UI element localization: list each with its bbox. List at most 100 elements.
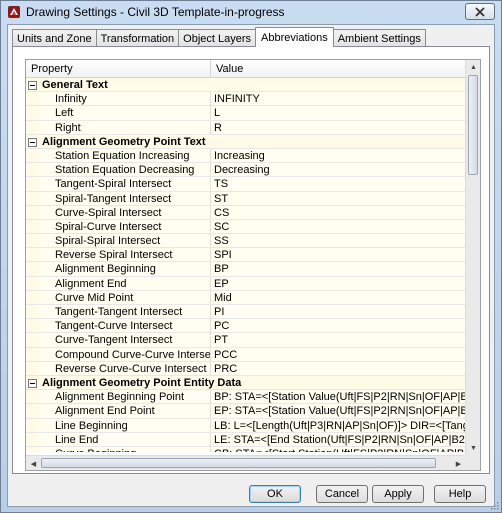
property-row[interactable]: Curve BeginningCB: STA=<[Start Station(U… bbox=[26, 446, 466, 452]
property-row[interactable]: Station Equation Decreasing Decreasing bbox=[26, 163, 466, 178]
category-row[interactable]: Alignment Geometry Point Entity Data bbox=[26, 375, 466, 391]
property-value[interactable]: EP bbox=[212, 276, 466, 290]
property-row[interactable]: Spiral-Tangent Intersect ST bbox=[26, 191, 466, 206]
help-button[interactable]: Help bbox=[434, 485, 486, 503]
property-row[interactable]: Left L bbox=[26, 106, 466, 121]
property-name: Tangent-Tangent Intersect bbox=[26, 305, 211, 319]
property-row[interactable]: Alignment Beginning BP bbox=[26, 262, 466, 277]
property-row[interactable]: Line End LE: STA=<[End Station(Uft|FS|P2|… bbox=[26, 432, 466, 447]
property-name: Reverse Curve-Curve Intersect bbox=[26, 361, 211, 375]
property-name: Infinity bbox=[26, 92, 211, 106]
horizontal-scrollbar[interactable]: ◀ ▶ bbox=[26, 455, 466, 470]
property-name: Alignment End bbox=[26, 276, 211, 290]
property-value[interactable]: SS bbox=[212, 234, 466, 248]
property-value[interactable]: LB: L=<[Length(Uft|P3|RN|AP|Sn|OF)]> DIR… bbox=[212, 418, 466, 432]
scroll-right-icon[interactable]: ▶ bbox=[451, 456, 466, 470]
property-value[interactable]: PT bbox=[212, 333, 466, 347]
property-name: Curve-Tangent Intersect bbox=[26, 333, 211, 347]
title-bar[interactable]: Drawing Settings - Civil 3D Template-in-… bbox=[1, 1, 501, 23]
property-row[interactable]: Curve-Tangent Intersect PT bbox=[26, 333, 466, 348]
property-value[interactable]: PRC bbox=[212, 361, 466, 375]
property-value[interactable]: PCC bbox=[212, 347, 466, 361]
close-button[interactable] bbox=[465, 3, 495, 20]
property-value[interactable]: PC bbox=[212, 319, 466, 333]
property-row[interactable]: Curve-Spiral Intersect CS bbox=[26, 205, 466, 220]
property-row[interactable]: Curve Mid Point Mid bbox=[26, 290, 466, 305]
property-value[interactable]: CS bbox=[212, 205, 466, 219]
category-label: Alignment Geometry Point Entity Data bbox=[26, 375, 466, 390]
property-name: Tangent-Curve Intersect bbox=[26, 319, 211, 333]
property-row[interactable]: Compound Curve-Curve Intersect PCC bbox=[26, 347, 466, 362]
property-row[interactable]: Reverse Curve-Curve Intersect PRC bbox=[26, 361, 466, 376]
property-value[interactable]: Mid bbox=[212, 290, 466, 304]
tab-object-layers[interactable]: Object Layers bbox=[178, 29, 257, 47]
collapse-toggle-icon[interactable] bbox=[28, 81, 37, 90]
property-value[interactable]: L bbox=[212, 106, 466, 120]
property-value[interactable]: BP: STA=<[Station Value(Uft|FS|P2|RN|Sn|… bbox=[212, 390, 466, 404]
property-name: Left bbox=[26, 106, 211, 120]
collapse-toggle-icon[interactable] bbox=[28, 378, 37, 388]
vertical-scrollbar[interactable]: ▲ ▼ bbox=[465, 60, 480, 456]
property-value[interactable]: Increasing bbox=[212, 148, 466, 163]
property-row[interactable]: Station Equation Increasing Increasing bbox=[26, 148, 466, 164]
property-name: Spiral-Spiral Intersect bbox=[26, 234, 211, 248]
property-row[interactable]: Alignment Beginning Point BP: STA=<[Stati… bbox=[26, 390, 466, 405]
property-name: Right bbox=[26, 120, 211, 134]
property-row[interactable]: Infinity INFINITY bbox=[26, 92, 466, 107]
tab-transformation[interactable]: Transformation bbox=[95, 29, 180, 47]
property-row[interactable]: Tangent-Spiral Intersect TS bbox=[26, 177, 466, 192]
property-value[interactable]: TS bbox=[212, 177, 466, 191]
property-value[interactable]: CB: STA=<[Start Station(Uft|FS|P2|RN|Sn|… bbox=[212, 446, 466, 452]
category-row[interactable]: General Text bbox=[26, 78, 466, 93]
scroll-down-icon[interactable]: ▼ bbox=[466, 441, 480, 456]
property-row[interactable]: Right R bbox=[26, 120, 466, 135]
property-column-header[interactable]: Property bbox=[26, 60, 211, 78]
resize-grip-icon[interactable] bbox=[489, 500, 499, 510]
tab-ambient-settings[interactable]: Ambient Settings bbox=[332, 29, 426, 47]
apply-button[interactable]: Apply bbox=[372, 485, 424, 503]
horizontal-scroll-thumb[interactable] bbox=[41, 458, 436, 468]
property-value[interactable]: INFINITY bbox=[212, 92, 466, 106]
property-value[interactable]: ST bbox=[212, 191, 466, 205]
close-icon bbox=[475, 6, 485, 17]
property-name: Alignment Beginning Point bbox=[26, 390, 211, 404]
scrollbar-corner bbox=[465, 455, 480, 470]
property-name: Spiral-Tangent Intersect bbox=[26, 191, 211, 205]
dialog-buttons: OK Cancel Apply Help bbox=[8, 485, 496, 505]
cancel-button[interactable]: Cancel bbox=[316, 485, 368, 503]
property-row[interactable]: Reverse Spiral Intersect SPI bbox=[26, 248, 466, 263]
property-value[interactable]: EP: STA=<[Station Value(Uft|FS|P2|RN|Sn|… bbox=[212, 404, 466, 418]
property-row[interactable]: Spiral-Curve Intersect SC bbox=[26, 219, 466, 235]
property-value[interactable]: R bbox=[212, 120, 466, 134]
property-name: Line Beginning bbox=[26, 418, 211, 432]
property-row[interactable]: Alignment End Point EP: STA=<[Station Val… bbox=[26, 404, 466, 419]
value-column-header[interactable]: Value bbox=[211, 60, 466, 78]
category-label: General Text bbox=[26, 78, 466, 92]
collapse-toggle-icon[interactable] bbox=[28, 137, 37, 147]
property-name: Alignment Beginning bbox=[26, 262, 211, 276]
property-value[interactable]: SC bbox=[212, 219, 466, 234]
window-title: Drawing Settings - Civil 3D Template-in-… bbox=[26, 5, 285, 19]
property-row[interactable]: Tangent-Tangent Intersect PI bbox=[26, 305, 466, 320]
tab-strip: Units and Zone Transformation Object Lay… bbox=[12, 27, 426, 47]
property-row[interactable]: Spiral-Spiral Intersect SS bbox=[26, 234, 466, 249]
category-row[interactable]: Alignment Geometry Point Text bbox=[26, 134, 466, 149]
scroll-left-icon[interactable]: ◀ bbox=[26, 456, 41, 470]
property-value[interactable]: Decreasing bbox=[212, 163, 466, 177]
civil3d-app-icon bbox=[8, 6, 20, 18]
property-row[interactable]: Line Beginning LB: L=<[Length(Uft|P3|RN|A… bbox=[26, 418, 466, 433]
tab-abbreviations[interactable]: Abbreviations bbox=[255, 27, 334, 47]
property-value[interactable]: BP bbox=[212, 262, 466, 276]
tab-units-and-zone[interactable]: Units and Zone bbox=[12, 29, 97, 47]
property-name: Station Equation Decreasing bbox=[26, 163, 211, 177]
grid-rows: General Text Infinity INFINITY Left L Right R A… bbox=[26, 78, 466, 452]
property-value[interactable]: LE: STA=<[End Station(Uft|FS|P2|RN|Sn|OF… bbox=[212, 432, 466, 446]
property-row[interactable]: Tangent-Curve Intersect PC bbox=[26, 319, 466, 334]
dialog-body: Units and Zone Transformation Object Lay… bbox=[7, 24, 495, 507]
vertical-scroll-thumb[interactable] bbox=[468, 75, 478, 175]
property-row[interactable]: Alignment End EP bbox=[26, 276, 466, 291]
scroll-up-icon[interactable]: ▲ bbox=[466, 60, 480, 75]
property-value[interactable]: SPI bbox=[212, 248, 466, 262]
ok-button[interactable]: OK bbox=[249, 485, 301, 503]
property-value[interactable]: PI bbox=[212, 305, 466, 319]
